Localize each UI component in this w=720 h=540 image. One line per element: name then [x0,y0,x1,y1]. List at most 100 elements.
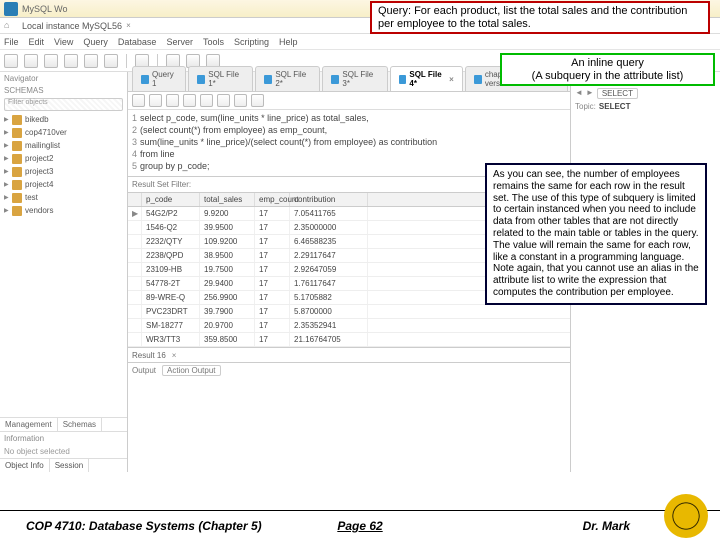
editor-button[interactable] [149,94,162,107]
schema-filter-input[interactable]: Filter objects [4,98,123,111]
home-icon[interactable]: ⌂ [4,20,16,32]
expand-icon[interactable]: ▶ [4,142,10,149]
toolbar-button[interactable] [44,54,58,68]
cell[interactable]: 17 [255,221,290,234]
cell[interactable]: 9.9200 [200,207,255,220]
cell[interactable]: 29.9400 [200,277,255,290]
expand-icon[interactable]: ▶ [4,129,10,136]
cell[interactable]: 17 [255,263,290,276]
forward-icon[interactable]: ► [586,88,594,99]
schema-item[interactable]: ▶test [4,191,123,204]
tab-sqlfile1[interactable]: SQL File 1* [188,66,253,91]
table-row[interactable]: WR3/TT3359.85001721.16764705 [128,333,570,347]
close-icon[interactable]: × [126,21,131,30]
cell[interactable]: 17 [255,235,290,248]
cell[interactable]: 109.9200 [200,235,255,248]
menu-server[interactable]: Server [166,37,193,47]
cell[interactable]: 17 [255,333,290,346]
cell[interactable]: 23109-HB [142,263,200,276]
cell[interactable]: 5.8700000 [290,305,368,318]
col-empcount[interactable]: emp_count [255,193,290,206]
menu-scripting[interactable]: Scripting [234,37,269,47]
cell[interactable]: 19.7500 [200,263,255,276]
schema-item[interactable]: ▶vendors [4,204,123,217]
cell[interactable]: 39.7900 [200,305,255,318]
expand-icon[interactable]: ▶ [4,155,10,162]
toolbar-button[interactable] [84,54,98,68]
table-row[interactable]: SM-1827720.9700172.35352941 [128,319,570,333]
tab-session[interactable]: Session [50,459,89,472]
cell[interactable]: 2.29117647 [290,249,368,262]
toolbar-button[interactable] [64,54,78,68]
menu-query[interactable]: Query [83,37,108,47]
cell[interactable]: 17 [255,291,290,304]
cell[interactable]: 2.35000000 [290,221,368,234]
toolbar-button[interactable] [24,54,38,68]
cell[interactable]: 1.76117647 [290,277,368,290]
expand-icon[interactable]: ▶ [4,207,10,214]
cell[interactable]: 89-WRE-Q [142,291,200,304]
editor-button[interactable] [183,94,196,107]
tab-schemas[interactable]: Schemas [58,418,102,431]
menu-file[interactable]: File [4,37,19,47]
col-contribution[interactable]: contribution [290,193,368,206]
menu-tools[interactable]: Tools [203,37,224,47]
cell[interactable]: PVC23DRT [142,305,200,318]
cell[interactable]: 54778-2T [142,277,200,290]
tab-sqlfile4[interactable]: SQL File 4*× [390,66,463,91]
table-row[interactable]: PVC23DRT39.7900175.8700000 [128,305,570,319]
tab-management[interactable]: Management [0,418,58,431]
cell[interactable]: 5.1705882 [290,291,368,304]
close-icon[interactable]: × [449,75,454,84]
cell[interactable]: 2232/QTY [142,235,200,248]
cell[interactable]: SM-18277 [142,319,200,332]
expand-icon[interactable]: ▶ [4,116,10,123]
editor-button[interactable] [200,94,213,107]
cell[interactable]: 21.16764705 [290,333,368,346]
connection-name[interactable]: Local instance MySQL56 [22,21,122,31]
editor-button[interactable] [234,94,247,107]
tab-object-info[interactable]: Object Info [0,459,50,472]
cell[interactable]: 39.9500 [200,221,255,234]
expand-icon[interactable]: ▶ [4,181,10,188]
cell[interactable]: 38.9500 [200,249,255,262]
cell[interactable]: 20.9700 [200,319,255,332]
editor-button[interactable] [251,94,264,107]
back-icon[interactable]: ◄ [575,88,583,99]
col-totalsales[interactable]: total_sales [200,193,255,206]
cell[interactable]: 17 [255,305,290,318]
expand-icon[interactable]: ▶ [4,194,10,201]
menu-database[interactable]: Database [118,37,157,47]
cell[interactable]: 7.05411765 [290,207,368,220]
menu-help[interactable]: Help [279,37,298,47]
schema-item[interactable]: ▶mailinglist [4,139,123,152]
toolbar-button[interactable] [104,54,118,68]
cell[interactable]: 17 [255,249,290,262]
close-icon[interactable]: × [172,351,177,360]
menu-view[interactable]: View [54,37,73,47]
cell[interactable]: 17 [255,277,290,290]
editor-button[interactable] [166,94,179,107]
cell[interactable]: 1546-Q2 [142,221,200,234]
cell[interactable]: 256.9900 [200,291,255,304]
select-command[interactable]: SELECT [597,88,638,99]
cell[interactable]: 2.92647059 [290,263,368,276]
cell[interactable]: WR3/TT3 [142,333,200,346]
cell[interactable]: 6.46588235 [290,235,368,248]
toolbar-button[interactable] [4,54,18,68]
editor-button[interactable] [217,94,230,107]
cell[interactable]: 2238/QPD [142,249,200,262]
menu-edit[interactable]: Edit [29,37,45,47]
schema-item[interactable]: ▶bikedb [4,113,123,126]
expand-icon[interactable]: ▶ [4,168,10,175]
schema-item[interactable]: ▶cop4710ver [4,126,123,139]
schema-item[interactable]: ▶project2 [4,152,123,165]
col-pcode[interactable]: p_code [142,193,200,206]
schema-item[interactable]: ▶project3 [4,165,123,178]
cell[interactable]: 2.35352941 [290,319,368,332]
cell[interactable]: 359.8500 [200,333,255,346]
tab-query1[interactable]: Query 1 [132,66,186,91]
editor-button[interactable] [132,94,145,107]
cell[interactable]: 17 [255,319,290,332]
tab-sqlfile3[interactable]: SQL File 3* [322,66,387,91]
